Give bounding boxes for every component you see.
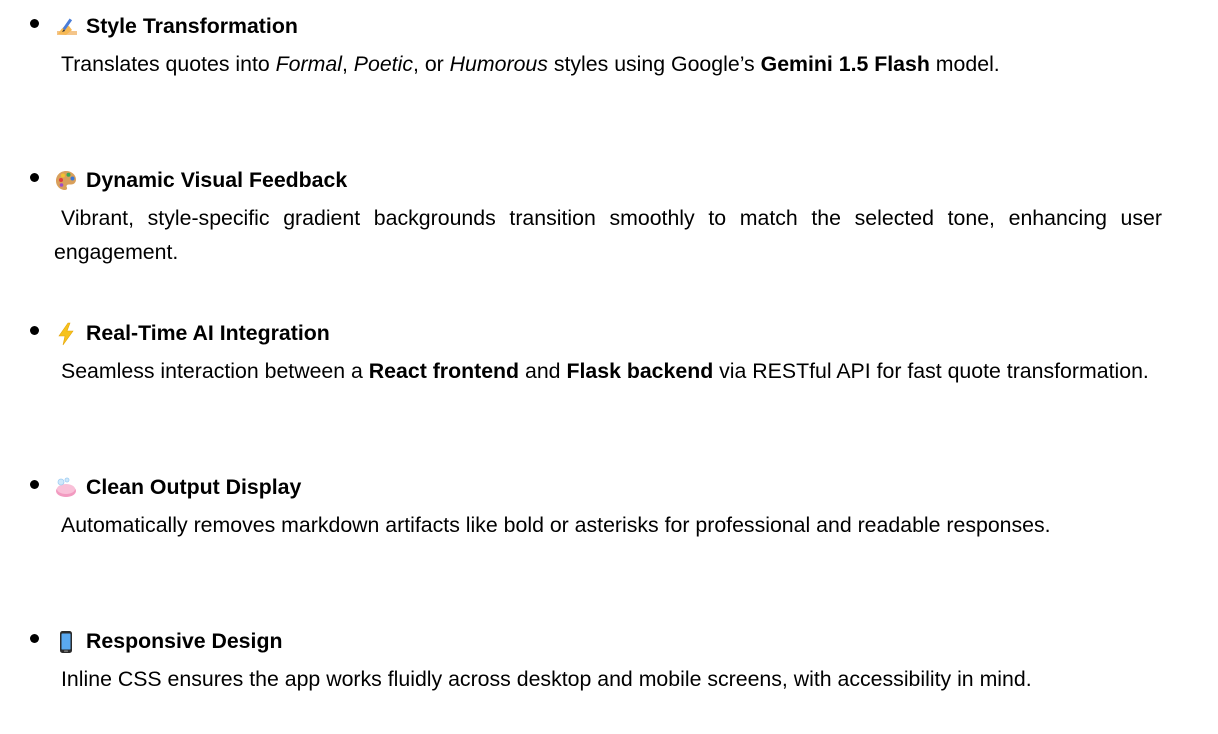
writing-hand-icon [54,15,78,39]
lightning-bolt-icon [54,322,78,346]
mobile-phone-icon [54,630,78,654]
bullet-icon [30,326,39,335]
feature-description: Translates quotes into Formal, Poetic, o… [61,52,1000,76]
feature-description: Vibrant, style-specific gradient backgro… [54,206,1162,264]
feature-title: Clean Output Display [86,475,302,499]
bullet-icon [30,173,39,182]
bullet-icon [30,634,39,643]
feature-description: Inline CSS ensures the app works fluidly… [61,667,1032,691]
bullet-icon [30,19,39,28]
feature-title: Responsive Design [86,629,283,653]
feature-description: Automatically removes markdown artifacts… [61,513,1051,537]
feature-title: Real-Time AI Integration [86,321,330,345]
soap-icon [54,476,78,500]
feature-title: Dynamic Visual Feedback [86,168,348,192]
artist-palette-icon [54,169,78,193]
feature-title: Style Transformation [86,14,298,38]
bullet-icon [30,480,39,489]
feature-description: Seamless interaction between a React fro… [61,359,1149,383]
